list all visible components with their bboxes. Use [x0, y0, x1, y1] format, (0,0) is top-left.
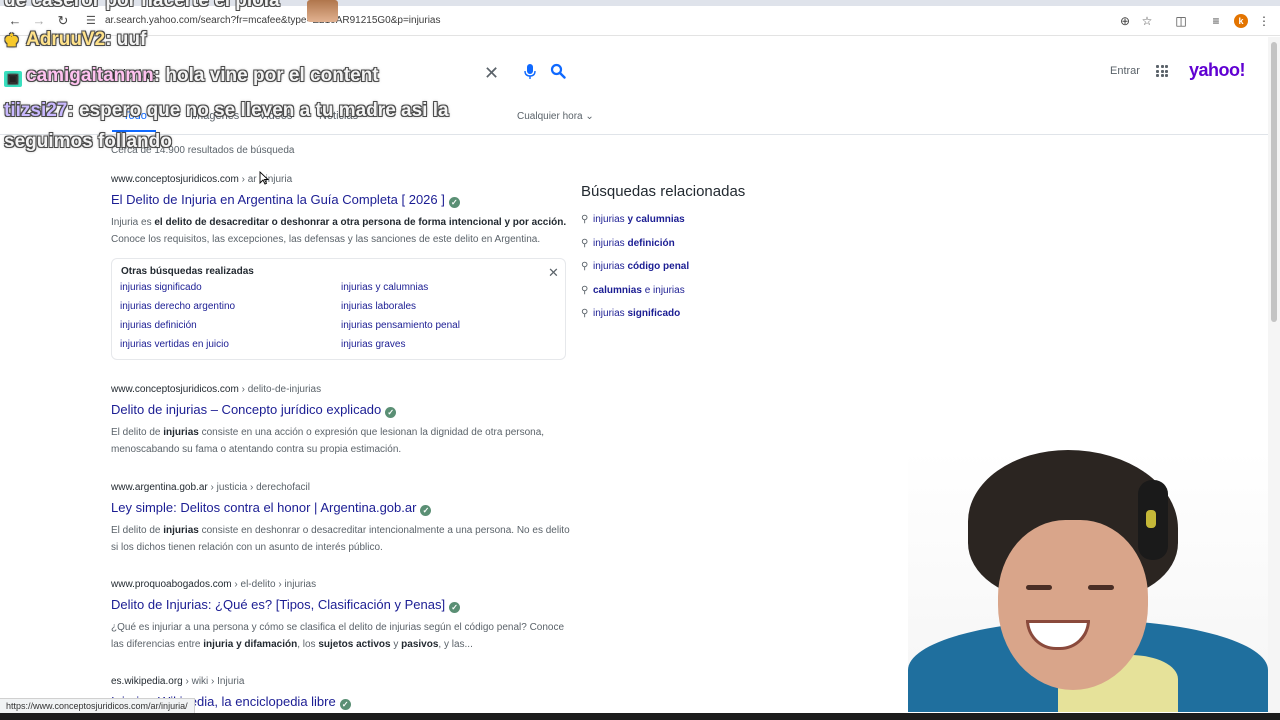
scrollbar-thumb[interactable] [1271, 42, 1277, 322]
zoom-icon[interactable]: ⊕ [1117, 13, 1133, 29]
search-icon: ⚲ [581, 308, 589, 319]
result-snippet: El delito de injurias consiste en una ac… [111, 427, 545, 455]
result-title[interactable]: Delito de injurias – Concepto jurídico e… [111, 402, 571, 418]
chat-message: ▣ camigaitanmn: hola vine por el content [4, 65, 379, 87]
verified-check-icon: ✓ [385, 407, 397, 418]
other-search-link[interactable]: injurias laborales [341, 301, 416, 312]
back-icon[interactable]: ← [7, 13, 23, 29]
chat-message: tiizsi27: espero que no se lleven a tu m… [4, 100, 449, 121]
reload-icon[interactable]: ↻ [55, 13, 71, 29]
result-title[interactable]: Delito de Injurias: ¿Qué es? [Tipos, Cla… [111, 597, 571, 613]
forward-icon[interactable]: → [31, 13, 47, 29]
result-snippet: El delito de injurias consiste en deshon… [111, 525, 570, 553]
result-url[interactable]: www.argentina.gob.ar › justicia › derech… [111, 482, 571, 493]
result-url[interactable]: www.conceptosjuridicos.com › ar › injuri… [111, 174, 571, 185]
media-control-icon[interactable]: ≡ [1208, 13, 1224, 29]
webcam-overlay [908, 450, 1268, 712]
other-search-link[interactable]: injurias definición [120, 320, 197, 331]
search-icon: ⚲ [581, 261, 589, 272]
related-searches-title: Búsquedas relacionadas [581, 183, 746, 200]
time-filter-dropdown[interactable]: Cualquier hora ⌄ [517, 111, 594, 122]
search-icon: ⚲ [581, 214, 589, 225]
search-result: www.conceptosjuridicos.com › delito-de-i… [111, 384, 571, 458]
clear-search-icon[interactable]: ✕ [484, 63, 499, 84]
search-result: www.argentina.gob.ar › justicia › derech… [111, 482, 571, 556]
taskbar-strip [0, 713, 1280, 720]
other-search-link[interactable]: injurias vertidas en juicio [120, 339, 229, 350]
result-snippet: Injuria es el delito de desacreditar o d… [111, 217, 567, 245]
result-url[interactable]: es.wikipedia.org › wiki › Injuria [111, 676, 571, 687]
result-title[interactable]: El Delito de Injuria en Argentina la Guí… [111, 192, 571, 208]
crown-badge-icon: ♚ [4, 31, 20, 50]
verified-check-icon: ✓ [449, 602, 461, 613]
chat-message: seguimos follando [4, 131, 172, 152]
search-icon: ⚲ [581, 238, 589, 249]
search-icon[interactable] [550, 63, 566, 79]
related-search-link[interactable]: ⚲ injurias definición [581, 238, 675, 249]
other-searches-box: Otras búsquedas realizadas ✕ injurias si… [111, 258, 566, 360]
result-title[interactable]: Ley simple: Delitos contra el honor | Ar… [111, 500, 571, 516]
other-search-link[interactable]: injurias graves [341, 339, 405, 350]
verified-check-icon: ✓ [420, 505, 432, 516]
site-info-icon[interactable]: ☰ [86, 14, 96, 27]
link-status-bar: https://www.conceptosjuridicos.com/ar/in… [0, 698, 195, 714]
page-scrollbar[interactable] [1268, 37, 1280, 720]
other-search-link[interactable]: injurias y calumnias [341, 282, 428, 293]
mouse-cursor-icon [259, 171, 269, 185]
related-search-link[interactable]: ⚲ injurias y calumnias [581, 214, 685, 225]
extensions-icon[interactable]: ◫ [1173, 13, 1189, 29]
chat-message: ♚ AdruuV2: uuf [4, 29, 147, 50]
other-search-link[interactable]: injurias significado [120, 282, 202, 293]
subscriber-badge-icon: ▣ [4, 71, 22, 87]
chat-avatar [307, 0, 338, 22]
other-search-link[interactable]: injurias derecho argentino [120, 301, 235, 312]
related-search-link[interactable]: ⚲ injurias significado [581, 308, 680, 319]
yahoo-logo[interactable]: yahoo! [1189, 60, 1246, 81]
search-icon: ⚲ [581, 285, 589, 296]
other-searches-title: Otras búsquedas realizadas [121, 266, 254, 277]
verified-check-icon: ✓ [339, 699, 351, 710]
result-url[interactable]: www.proquoabogados.com › el-delito › inj… [111, 579, 571, 590]
profile-avatar[interactable]: k [1234, 14, 1248, 28]
search-result: www.conceptosjuridicos.com › ar › injuri… [111, 174, 571, 248]
other-search-link[interactable]: injurias pensamiento penal [341, 320, 460, 331]
related-search-link[interactable]: ⚲ calumnias e injurias [581, 285, 685, 296]
close-icon[interactable]: ✕ [548, 265, 559, 281]
microphone-icon[interactable] [524, 64, 536, 80]
search-result: www.proquoabogados.com › el-delito › inj… [111, 579, 571, 653]
tabs-divider [0, 134, 1268, 135]
browser-menu-icon[interactable]: ⋮ [1256, 13, 1272, 29]
signin-link[interactable]: Entrar [1110, 65, 1140, 77]
result-url[interactable]: www.conceptosjuridicos.com › delito-de-i… [111, 384, 571, 395]
verified-check-icon: ✓ [448, 197, 460, 208]
related-search-link[interactable]: ⚲ injurias código penal [581, 261, 689, 272]
chat-message-partial: de caseror por hacerte el piola [4, 0, 280, 11]
result-snippet: ¿Qué es injuriar a una persona y cómo se… [111, 622, 565, 650]
url-text[interactable]: ar.search.yahoo.com/search?fr=mcafee&typ… [105, 15, 440, 26]
apps-grid-icon[interactable] [1156, 65, 1168, 77]
bookmark-star-icon[interactable]: ☆ [1139, 13, 1155, 29]
